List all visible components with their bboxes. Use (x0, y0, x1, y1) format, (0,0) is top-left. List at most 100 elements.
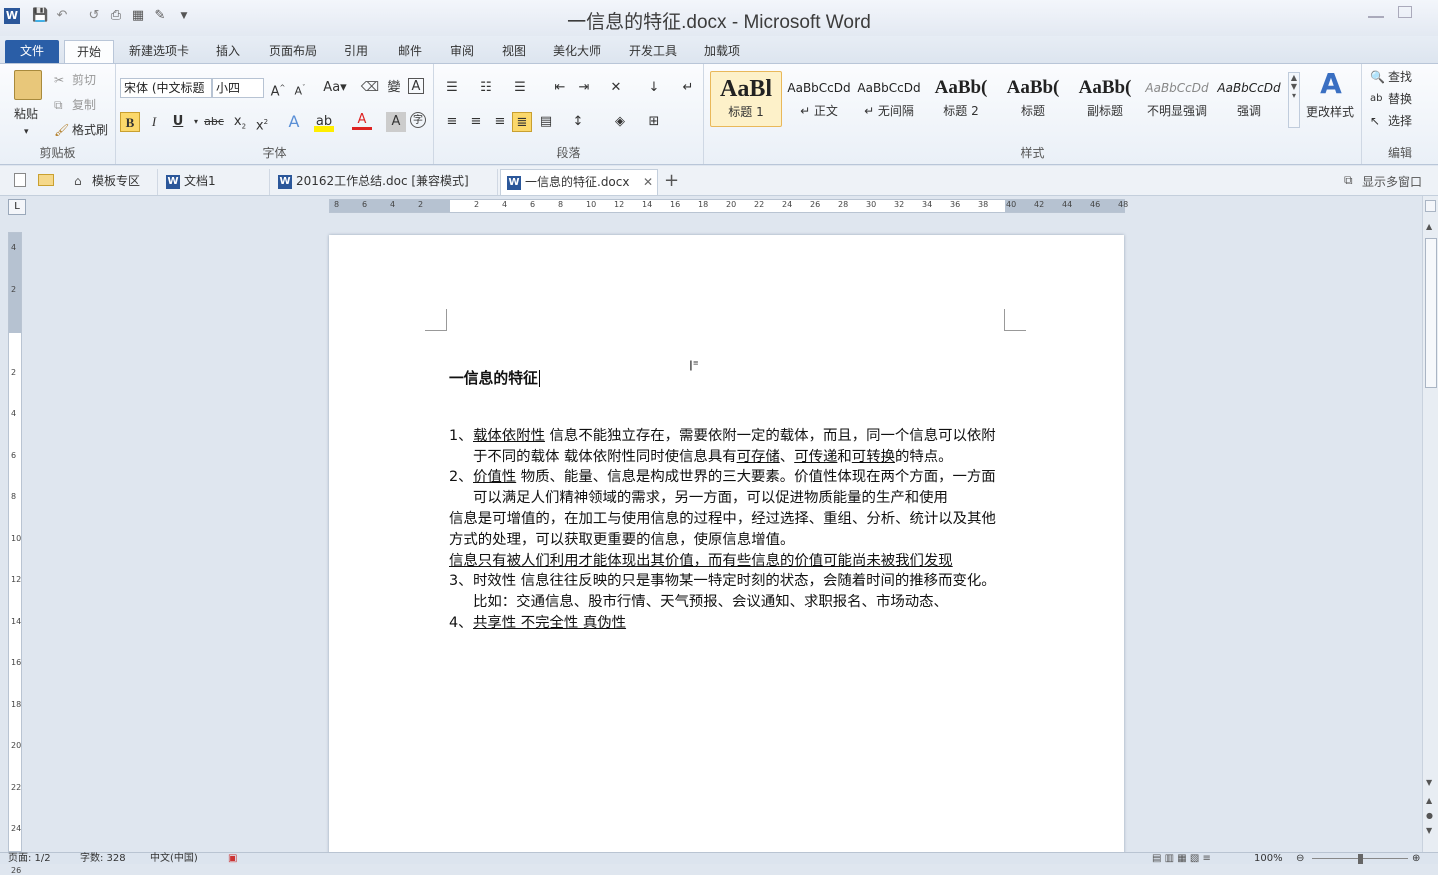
grow-font-icon[interactable]: A^ (268, 78, 288, 99)
select-icon[interactable]: ↖ (1370, 113, 1380, 129)
subscript-icon[interactable]: x2 (230, 112, 250, 132)
tab-beautify[interactable]: 美化大师 (546, 40, 608, 63)
scroll-down-icon[interactable]: ▼ (1426, 778, 1432, 787)
doc-tab-templates[interactable]: ⌂ 模板专区 (68, 169, 158, 195)
next-page-icon[interactable]: ▼ (1426, 826, 1432, 835)
chinese-layout-icon[interactable]: ✕ (606, 78, 626, 98)
zoom-level[interactable]: 100% (1254, 853, 1283, 865)
tab-view[interactable]: 视图 (494, 40, 534, 63)
document-body[interactable]: 一信息的特征 1、 载体依附性 信息不能独立存在，需要依附一定的载体，而且，同一个… (449, 369, 1004, 634)
scrollbar-thumb[interactable] (1425, 238, 1437, 388)
replace-icon[interactable]: ab (1370, 91, 1382, 107)
style-subtitle[interactable]: AaBb( 副标题 (1070, 71, 1140, 127)
align-center-icon[interactable]: ≡ (466, 112, 486, 132)
paste-icon[interactable] (14, 70, 42, 100)
tab-review[interactable]: 审阅 (442, 40, 482, 63)
numbering-icon[interactable]: ☷ (476, 78, 496, 98)
character-shading-icon[interactable]: A (386, 112, 406, 132)
style-emphasis[interactable]: AaBbCcDd 强调 (1214, 71, 1284, 127)
multilevel-list-icon[interactable]: ☰ (510, 78, 530, 98)
character-border-icon[interactable]: A (408, 78, 424, 94)
zoom-out-icon[interactable]: ⊖ (1296, 853, 1304, 865)
font-name-select[interactable]: 宋体 (中文标题 (120, 78, 212, 98)
tab-selector[interactable]: L (8, 199, 26, 215)
paste-button[interactable]: 粘贴 (14, 106, 38, 122)
zoom-slider-thumb[interactable] (1358, 854, 1363, 864)
style-no-spacing[interactable]: AaBbCcDd ↵ 无间隔 (854, 71, 924, 127)
tab-references[interactable]: 引用 (336, 40, 376, 63)
line-spacing-icon[interactable]: ↕ (568, 112, 588, 132)
styles-scroll-icon[interactable]: ▲ ▼ ▾ (1288, 72, 1300, 128)
multi-window-icon[interactable]: ⧉ (1344, 173, 1353, 188)
minimize-icon[interactable] (1368, 16, 1384, 18)
macro-record-icon[interactable]: ▣ (228, 853, 237, 865)
close-tab-icon[interactable]: ✕ (643, 170, 653, 195)
font-color-icon[interactable]: A (352, 112, 372, 130)
style-normal[interactable]: AaBbCcDd ↵ 正文 (784, 71, 854, 127)
doc-tab-info-features[interactable]: W 一信息的特征.docx ✕ (500, 169, 658, 195)
underline-icon[interactable]: U (168, 112, 188, 132)
style-heading2[interactable]: AaBb( 标题 2 (926, 71, 996, 127)
language-indicator[interactable]: 中文(中国) (150, 853, 198, 865)
replace-button[interactable]: 替换 (1388, 91, 1412, 107)
cut-button[interactable]: 剪切 (72, 72, 96, 88)
find-button[interactable]: 查找 (1388, 69, 1412, 85)
align-right-icon[interactable]: ≡ (490, 112, 510, 132)
cut-icon[interactable]: ✂ (54, 72, 64, 88)
distributed-icon[interactable]: ▤ (536, 112, 556, 132)
tab-mailings[interactable]: 邮件 (390, 40, 430, 63)
format-painter-button[interactable]: 格式刷 (72, 122, 108, 138)
page-count[interactable]: 页面: 1/2 (8, 853, 51, 865)
italic-icon[interactable]: I (144, 112, 164, 132)
enclose-characters-icon[interactable]: 字 (410, 112, 426, 128)
show-marks-icon[interactable]: ↵ (678, 78, 698, 98)
previous-page-icon[interactable]: ▲ (1426, 796, 1432, 805)
doc-tab-work-summary[interactable]: W 20162工作总结.doc [兼容模式] (272, 169, 498, 195)
change-case-icon[interactable]: Aa▾ (322, 78, 348, 98)
scroll-up-icon[interactable]: ▲ (1426, 222, 1432, 231)
vertical-scrollbar[interactable]: ▲ ▼ ▲ ● ▼ (1422, 196, 1438, 852)
change-styles-icon[interactable]: A (1316, 68, 1346, 100)
show-multi-window-button[interactable]: 显示多窗口 (1362, 173, 1422, 190)
doc-tab-doc1[interactable]: W 文档1 (160, 169, 270, 195)
vertical-ruler[interactable]: 4 2 2 4 6 8 10 12 14 16 18 20 22 24 26 (8, 232, 22, 875)
tab-addins[interactable]: 加载项 (696, 40, 748, 63)
borders-icon[interactable]: ⊞ (644, 112, 664, 132)
phonetic-guide-icon[interactable]: 變 (384, 78, 404, 98)
bullets-icon[interactable]: ☰ (442, 78, 462, 98)
change-styles-button[interactable]: 更改样式 (1306, 104, 1354, 120)
style-title[interactable]: AaBb( 标题 (998, 71, 1068, 127)
style-subtle-emphasis[interactable]: AaBbCcDd 不明显强调 (1142, 71, 1212, 127)
justify-icon[interactable]: ≣ (512, 112, 532, 132)
ruler-toggle-icon[interactable] (1425, 200, 1436, 212)
new-tab-icon[interactable]: + (664, 170, 679, 191)
copy-icon[interactable]: ⧉ (54, 97, 63, 113)
maximize-icon[interactable] (1398, 6, 1412, 18)
word-count[interactable]: 字数: 328 (80, 853, 126, 865)
text-effects-icon[interactable]: A (284, 112, 304, 132)
bold-icon[interactable]: B (120, 112, 140, 132)
font-size-select[interactable]: 小四 (212, 78, 264, 98)
tab-insert[interactable]: 插入 (208, 40, 248, 63)
new-doc-icon[interactable] (14, 173, 26, 187)
tab-home[interactable]: 开始 (64, 40, 114, 63)
strikethrough-icon[interactable]: abc (204, 112, 224, 132)
format-painter-icon[interactable]: 🖌 (54, 122, 69, 138)
highlight-icon[interactable]: ab (314, 112, 334, 132)
sort-icon[interactable]: ↓ (644, 78, 664, 98)
clear-format-icon[interactable]: ⌫ (360, 78, 380, 98)
tab-file[interactable]: 文件 (5, 40, 59, 63)
view-buttons-icon[interactable]: ▤ ▥ ▦ ▧ ≡ (1152, 853, 1211, 865)
horizontal-ruler[interactable]: 8 6 4 2 2 4 6 8 10 12 14 16 18 20 22 24 26 28 30 32 34 36 38 40… (329, 199, 1128, 213)
paste-dropdown-icon[interactable]: ▾ (24, 124, 29, 140)
superscript-icon[interactable]: x2 (252, 112, 272, 133)
underline-dropdown-icon[interactable]: ▾ (186, 112, 206, 132)
style-heading1[interactable]: AaBl 标题 1 (710, 71, 782, 127)
browse-object-icon[interactable]: ● (1426, 811, 1433, 820)
select-button[interactable]: 选择 (1388, 113, 1412, 129)
document-page[interactable]: I≡ 一信息的特征 1、 载体依附性 信息不能独立存在，需要依附一定的载体，而且，… (329, 235, 1124, 855)
open-folder-icon[interactable] (38, 174, 54, 186)
decrease-indent-icon[interactable]: ⇤ (550, 78, 570, 98)
increase-indent-icon[interactable]: ⇥ (574, 78, 594, 98)
shading-icon[interactable]: ◈ (610, 112, 630, 132)
